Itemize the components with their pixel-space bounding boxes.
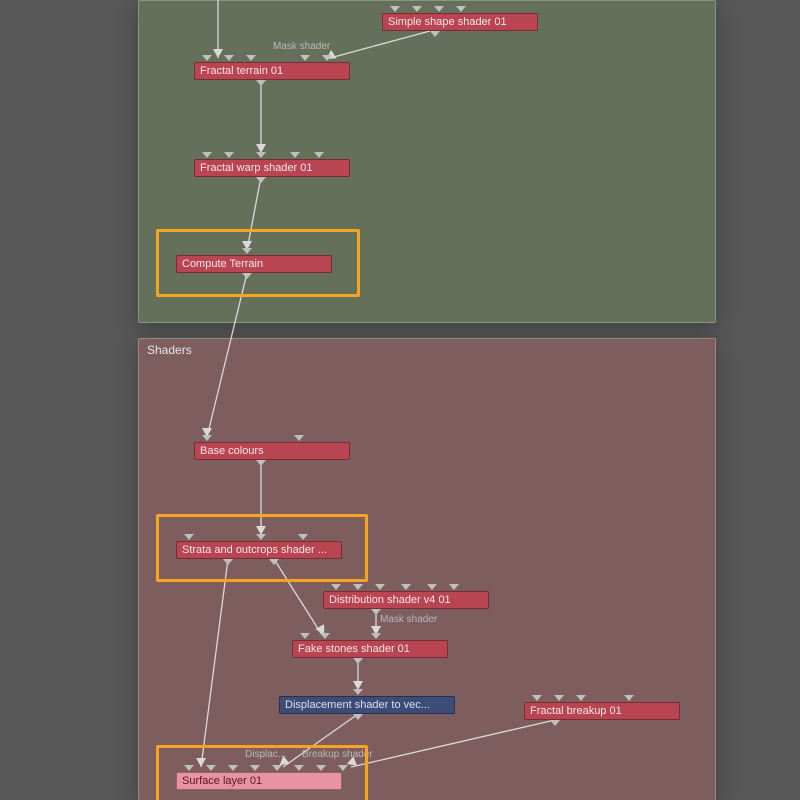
node-fractal-breakup[interactable]: Fractal breakup 01 — [524, 702, 680, 720]
chevron-down-icon — [269, 559, 279, 565]
chevron-down-icon — [353, 689, 363, 695]
chevron-down-icon — [316, 765, 326, 771]
chevron-down-icon — [322, 55, 332, 61]
node-fake-stones-shader[interactable]: Fake stones shader 01 — [292, 640, 448, 658]
chevron-down-icon — [550, 720, 560, 726]
chevron-down-icon — [353, 584, 363, 590]
group-title-shaders: Shaders — [147, 343, 192, 357]
chevron-down-icon — [250, 765, 260, 771]
chevron-down-icon — [353, 714, 363, 720]
chevron-down-icon — [294, 765, 304, 771]
chevron-down-icon — [338, 765, 348, 771]
chevron-down-icon — [202, 55, 212, 61]
chevron-down-icon — [256, 460, 266, 466]
chevron-down-icon — [449, 584, 459, 590]
chevron-down-icon — [242, 248, 252, 254]
chevron-down-icon — [294, 435, 304, 441]
node-surface-layer[interactable]: Surface layer 01 — [176, 772, 342, 790]
node-compute-terrain[interactable]: Compute Terrain — [176, 255, 332, 273]
node-distribution-shader-v4[interactable]: Distribution shader v4 01 — [323, 591, 489, 609]
chevron-down-icon — [256, 177, 266, 183]
chevron-down-icon — [196, 758, 206, 767]
chevron-down-icon — [228, 765, 238, 771]
chevron-down-icon — [224, 55, 234, 61]
chevron-down-icon — [184, 765, 194, 771]
group-shaders[interactable]: Shaders — [138, 338, 716, 800]
chevron-down-icon — [213, 49, 223, 58]
node-fractal-terrain[interactable]: Fractal terrain 01 — [194, 62, 350, 80]
chevron-down-icon — [430, 31, 440, 37]
chevron-down-icon — [298, 534, 308, 540]
chevron-down-icon — [290, 152, 300, 158]
chevron-down-icon — [390, 6, 400, 12]
chevron-down-icon — [184, 534, 194, 540]
chevron-down-icon — [202, 435, 212, 441]
chevron-down-icon — [224, 152, 234, 158]
chevron-down-icon — [427, 584, 437, 590]
port-label-mask-shader: Mask shader — [273, 41, 330, 52]
chevron-down-icon — [624, 695, 634, 701]
port-label-mask-shader-2: Mask shader — [380, 614, 437, 625]
node-fractal-warp-shader[interactable]: Fractal warp shader 01 — [194, 159, 350, 177]
chevron-down-icon — [331, 584, 341, 590]
chevron-down-icon — [576, 695, 586, 701]
chevron-down-icon — [206, 765, 216, 771]
chevron-down-icon — [401, 584, 411, 590]
chevron-down-icon — [353, 658, 363, 664]
chevron-down-icon — [256, 152, 266, 158]
chevron-down-icon — [300, 633, 310, 639]
chevron-down-icon — [371, 633, 381, 639]
port-label-displac: Displac... — [245, 749, 286, 760]
node-simple-shape-shader[interactable]: Simple shape shader 01 — [382, 13, 538, 31]
node-displacement-shader-to-vec[interactable]: Displacement shader to vec... — [279, 696, 455, 714]
node-strata-outcrops[interactable]: Strata and outcrops shader ... — [176, 541, 342, 559]
chevron-down-icon — [412, 6, 422, 12]
chevron-down-icon — [554, 695, 564, 701]
chevron-down-icon — [223, 559, 233, 565]
chevron-down-icon — [256, 80, 266, 86]
chevron-down-icon — [256, 534, 266, 540]
chevron-down-icon — [314, 152, 324, 158]
chevron-down-icon — [202, 152, 212, 158]
port-label-breakup-shader: Breakup shader — [302, 749, 373, 760]
chevron-down-icon — [456, 6, 466, 12]
chevron-down-icon — [320, 633, 330, 639]
chevron-down-icon — [246, 55, 256, 61]
chevron-down-icon — [532, 695, 542, 701]
node-base-colours[interactable]: Base colours — [194, 442, 350, 460]
chevron-down-icon — [242, 273, 252, 279]
chevron-down-icon — [434, 6, 444, 12]
chevron-down-icon — [375, 584, 385, 590]
chevron-down-icon — [300, 55, 310, 61]
chevron-down-icon — [272, 765, 282, 771]
